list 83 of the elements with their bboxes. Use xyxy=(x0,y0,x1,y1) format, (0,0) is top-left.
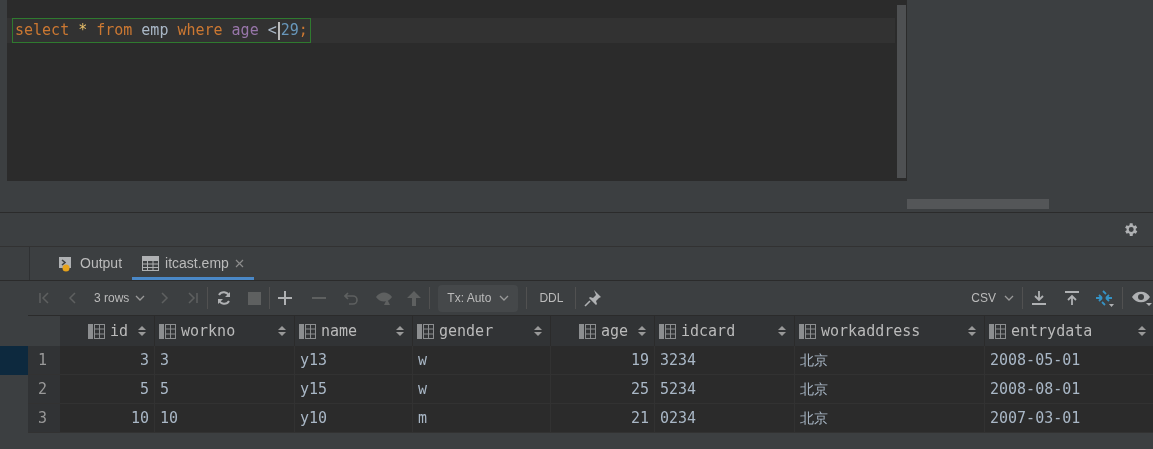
table-cell-text: 3 xyxy=(139,349,149,371)
sort-icon[interactable] xyxy=(1138,325,1146,337)
code-token: < xyxy=(267,20,277,42)
code-token: where xyxy=(177,20,223,42)
refresh-icon[interactable] xyxy=(216,290,233,306)
column-icon xyxy=(87,323,105,339)
tab[interactable]: Output xyxy=(48,247,133,280)
sort-icon[interactable] xyxy=(534,325,542,337)
sort-icon[interactable] xyxy=(278,325,286,337)
scrollbar[interactable] xyxy=(907,199,1049,209)
code-token: select xyxy=(15,20,70,42)
close-icon[interactable] xyxy=(234,259,244,268)
column-header[interactable]: id xyxy=(60,316,155,346)
table-cell-text: 2008-08-01 xyxy=(990,378,1081,400)
code-token: ; xyxy=(298,20,308,42)
table-cell-text: m xyxy=(418,407,428,429)
column-icon xyxy=(299,323,316,339)
code-token: 29 xyxy=(280,20,299,42)
table-cell-text: w xyxy=(418,349,428,371)
column-icon xyxy=(659,323,676,339)
sort-icon[interactable] xyxy=(968,325,976,337)
transaction-dropdown[interactable]: Tx: Auto xyxy=(438,284,519,312)
download-icon[interactable] xyxy=(1031,290,1047,306)
table-cell-text: 北京 xyxy=(800,350,828,370)
format-dropdown[interactable]: CSV xyxy=(971,289,1014,307)
row-number: 3 xyxy=(28,404,60,432)
sort-icon[interactable] xyxy=(638,325,646,337)
pin-icon[interactable] xyxy=(584,289,603,307)
column-header[interactable]: gender xyxy=(413,316,551,346)
table-cell-text: y10 xyxy=(300,407,328,429)
column-header[interactable]: workaddress xyxy=(795,316,985,346)
table-cell-text: 2008-05-01 xyxy=(990,349,1081,371)
table-cell-text: y13 xyxy=(300,349,328,371)
column-icon xyxy=(159,323,176,339)
text-caret xyxy=(277,21,280,40)
sort-icon[interactable] xyxy=(778,325,786,337)
ddl-button[interactable]: DDL xyxy=(535,289,568,307)
column-header[interactable]: workno xyxy=(155,316,295,346)
code-token: from xyxy=(96,20,133,42)
tab[interactable]: itcast.emp xyxy=(132,247,254,280)
column-icon xyxy=(578,323,596,339)
column-header[interactable]: entrydata xyxy=(985,316,1153,346)
table-cell-text: 21 xyxy=(630,407,649,429)
code-token: * xyxy=(78,20,88,42)
column-icon xyxy=(989,323,1006,339)
sort-icon[interactable] xyxy=(138,325,146,337)
settings-icon[interactable] xyxy=(1122,221,1139,238)
row-number: 2 xyxy=(28,375,60,403)
column-header[interactable]: age xyxy=(551,316,655,346)
table-cell-text: 2007-03-01 xyxy=(990,407,1081,429)
table-cell-text: 3234 xyxy=(660,349,697,371)
row-number: 1 xyxy=(28,346,60,374)
table-cell-text: 25 xyxy=(630,378,649,400)
table-cell-text: w xyxy=(418,378,428,400)
table-cell-text: 北京 xyxy=(800,408,828,428)
code-token: age xyxy=(231,20,259,42)
output-icon xyxy=(58,255,74,272)
table-cell-text: 北京 xyxy=(800,379,828,399)
column-header[interactable]: idcard xyxy=(655,316,795,346)
view-icon[interactable] xyxy=(1131,290,1153,306)
table-cell-text: 19 xyxy=(630,349,649,371)
table-cell-text: 0234 xyxy=(660,407,697,429)
column-header[interactable]: name xyxy=(295,316,413,346)
page-size-dropdown[interactable]: 3 rows xyxy=(94,289,146,307)
table-cell-text: 5 xyxy=(160,378,170,400)
sort-icon[interactable] xyxy=(396,325,404,337)
table-cell-text: 3 xyxy=(160,349,170,371)
compare-arrows-icon[interactable] xyxy=(1094,289,1114,307)
caret-icon xyxy=(499,295,510,301)
add-icon[interactable] xyxy=(278,291,293,305)
upload-icon[interactable] xyxy=(1064,290,1080,306)
table-cell-text: 10 xyxy=(160,407,179,429)
table-cell-text: 5 xyxy=(139,378,149,400)
scrollbar[interactable] xyxy=(896,5,906,178)
table-cell-text: 5234 xyxy=(660,378,697,400)
table-icon xyxy=(142,256,160,271)
column-icon xyxy=(417,323,434,339)
code-token: emp xyxy=(141,20,169,42)
table-cell-text: y15 xyxy=(300,378,328,400)
column-icon xyxy=(799,323,816,339)
table-cell-text: 10 xyxy=(130,407,149,429)
caret-icon xyxy=(135,295,146,301)
caret-icon xyxy=(1004,295,1014,301)
